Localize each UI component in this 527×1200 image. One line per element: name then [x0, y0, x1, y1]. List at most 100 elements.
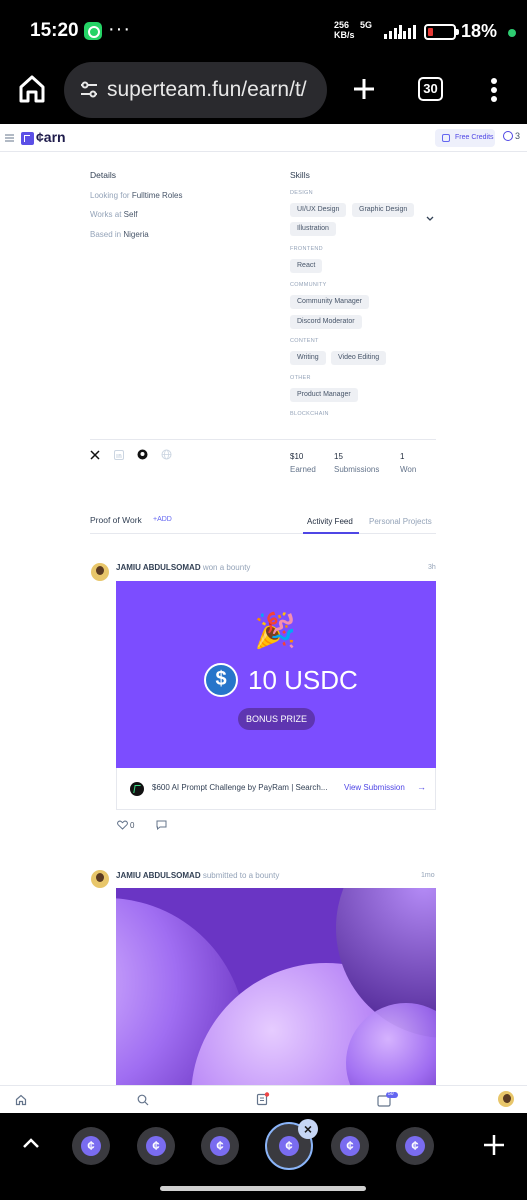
skill-chip: Video Editing — [331, 351, 387, 365]
gesture-handle — [160, 1186, 366, 1191]
add-proof-button[interactable]: +ADD — [153, 516, 172, 523]
status-bar: 15:20 ··· 256 KB/s 5G 18% — [0, 0, 527, 60]
tab-activity-feed[interactable]: Activity Feed — [307, 517, 353, 526]
nav-search-icon[interactable] — [137, 1094, 149, 1106]
feed-item-header: JAMIU ABDULSOMAD submitted to a bounty — [116, 871, 279, 880]
stat-earned-value: $10 — [290, 452, 304, 461]
heart-icon[interactable] — [117, 820, 128, 830]
skill-chip: Graphic Design — [352, 203, 415, 217]
usdc-coin-icon — [204, 663, 238, 697]
feed-time: 3h — [428, 564, 436, 571]
tab-thumbnail[interactable] — [396, 1127, 434, 1165]
skill-chip: Illustration — [290, 222, 336, 236]
tab-personal-projects[interactable]: Personal Projects — [369, 517, 432, 526]
home-icon[interactable] — [18, 74, 46, 104]
stat-earned-label: Earned — [290, 465, 316, 474]
like-count: 0 — [130, 821, 135, 830]
free-credits-button[interactable]: Free Credits — [435, 129, 495, 147]
close-tab-icon[interactable]: × — [298, 1119, 318, 1139]
skill-category-design: DESIGN — [290, 190, 313, 196]
bonus-prize-badge: BONUS PRIZE — [238, 708, 315, 730]
comment-icon[interactable] — [156, 820, 167, 830]
details-based-in: Based in Nigeria — [90, 230, 149, 239]
x-twitter-icon[interactable] — [90, 450, 100, 460]
earn-favicon-icon — [146, 1136, 166, 1156]
hamburger-menu-icon[interactable] — [5, 134, 14, 142]
skill-category-other: OTHER — [290, 375, 311, 381]
submission-image[interactable] — [116, 888, 436, 1085]
tab-switcher-button[interactable]: 30 — [418, 77, 443, 101]
avatar[interactable] — [91, 870, 109, 888]
new-tab-icon[interactable] — [352, 77, 376, 101]
listing-row[interactable]: $600 AI Prompt Challenge by PayRam | Sea… — [116, 768, 436, 810]
feed-time: 1mo — [421, 872, 435, 879]
battery-percent: 18% — [461, 21, 498, 41]
more-notifications-icon: ··· — [108, 18, 131, 40]
prize-amount: 10 USDC — [248, 665, 358, 695]
tab-thumbnail[interactable] — [72, 1127, 110, 1165]
details-title: Details — [90, 170, 116, 180]
abstract-spheres-image — [116, 888, 436, 1085]
earn-logo-icon[interactable] — [21, 132, 34, 145]
payram-logo-icon — [130, 782, 144, 796]
feed-action: submitted to a bounty — [202, 871, 280, 880]
earn-favicon-icon — [340, 1136, 360, 1156]
credits-count[interactable]: 3 — [503, 131, 520, 141]
stat-won-label: Won — [400, 465, 417, 474]
browser-menu-icon[interactable] — [490, 77, 498, 103]
skill-category-frontend: FRONTEND — [290, 246, 323, 252]
site-settings-icon[interactable] — [79, 81, 99, 99]
skills-title: Skills — [290, 170, 310, 180]
earn-favicon-icon — [81, 1136, 101, 1156]
battery-icon — [424, 24, 459, 40]
avatar[interactable] — [91, 563, 109, 581]
skill-chip: UI/UX Design — [290, 203, 347, 217]
skill-chip: React — [290, 259, 323, 273]
signal-icon-2 — [398, 25, 416, 39]
user-name[interactable]: JAMIU ABDULSOMAD — [116, 871, 201, 880]
url-text[interactable]: superteam.fun/earn/t/ — [107, 78, 319, 102]
party-popper-icon: 🎉 — [254, 612, 297, 650]
free-credits-label: Free Credits — [455, 134, 494, 141]
credits-icon — [442, 134, 450, 142]
feed-item-header: JAMIU ABDULSOMAD won a bounty — [116, 563, 250, 572]
stat-won-value: 1 — [400, 452, 405, 461]
active-tab-underline — [303, 532, 359, 534]
earn-favicon-icon — [279, 1136, 299, 1156]
user-name[interactable]: JAMIU ABDULSOMAD — [116, 563, 201, 572]
status-time: 15:20 — [30, 20, 79, 41]
charging-dot-icon — [508, 29, 516, 37]
site-bottom-nav: 50 — [0, 1085, 527, 1113]
add-tab-icon[interactable] — [483, 1134, 505, 1156]
nav-home-icon[interactable] — [15, 1094, 27, 1106]
tab-thumbnail[interactable] — [331, 1127, 369, 1165]
earn-favicon-icon — [210, 1136, 230, 1156]
collapse-tab-strip-icon[interactable] — [22, 1137, 40, 1149]
tab-thumbnail[interactable] — [137, 1127, 175, 1165]
tabs-divider — [90, 533, 436, 534]
stat-submissions-label: Submissions — [334, 465, 380, 474]
listing-title[interactable]: $600 AI Prompt Challenge by PayRam | Sea… — [152, 783, 337, 792]
skill-category-content: CONTENT — [290, 338, 319, 344]
bounty-win-card[interactable]: 🎉 10 USDC BONUS PRIZE — [116, 581, 436, 768]
skill-chip: Discord Moderator — [290, 315, 362, 329]
earn-logo-text[interactable]: ¢arn — [36, 129, 66, 145]
github-icon[interactable] — [137, 449, 148, 460]
web-page: ¢arn Free Credits 3 Details Looking for … — [0, 124, 527, 1085]
view-submission-link[interactable]: View Submission — [344, 783, 405, 792]
details-looking-for: Looking for Fulltime Roles — [90, 191, 183, 200]
nav-profile-avatar[interactable] — [498, 1091, 514, 1107]
nav-listings-icon[interactable] — [256, 1092, 270, 1106]
wallet-balance-badge: 50 — [388, 1091, 394, 1097]
chevron-down-icon[interactable] — [426, 216, 434, 222]
feed-action: won a bounty — [202, 563, 251, 572]
linkedin-icon[interactable] — [114, 450, 124, 460]
skill-category-blockchain: BLOCKCHAIN — [290, 411, 329, 417]
tab-thumbnail[interactable] — [201, 1127, 239, 1165]
browser-toolbar: superteam.fun/earn/t/ 30 — [0, 60, 527, 124]
skill-chip: Community Manager — [290, 295, 369, 309]
stat-submissions-value: 15 — [334, 452, 343, 461]
website-globe-icon[interactable] — [161, 449, 172, 460]
arrow-right-icon[interactable]: → — [417, 782, 426, 792]
divider — [90, 439, 436, 440]
